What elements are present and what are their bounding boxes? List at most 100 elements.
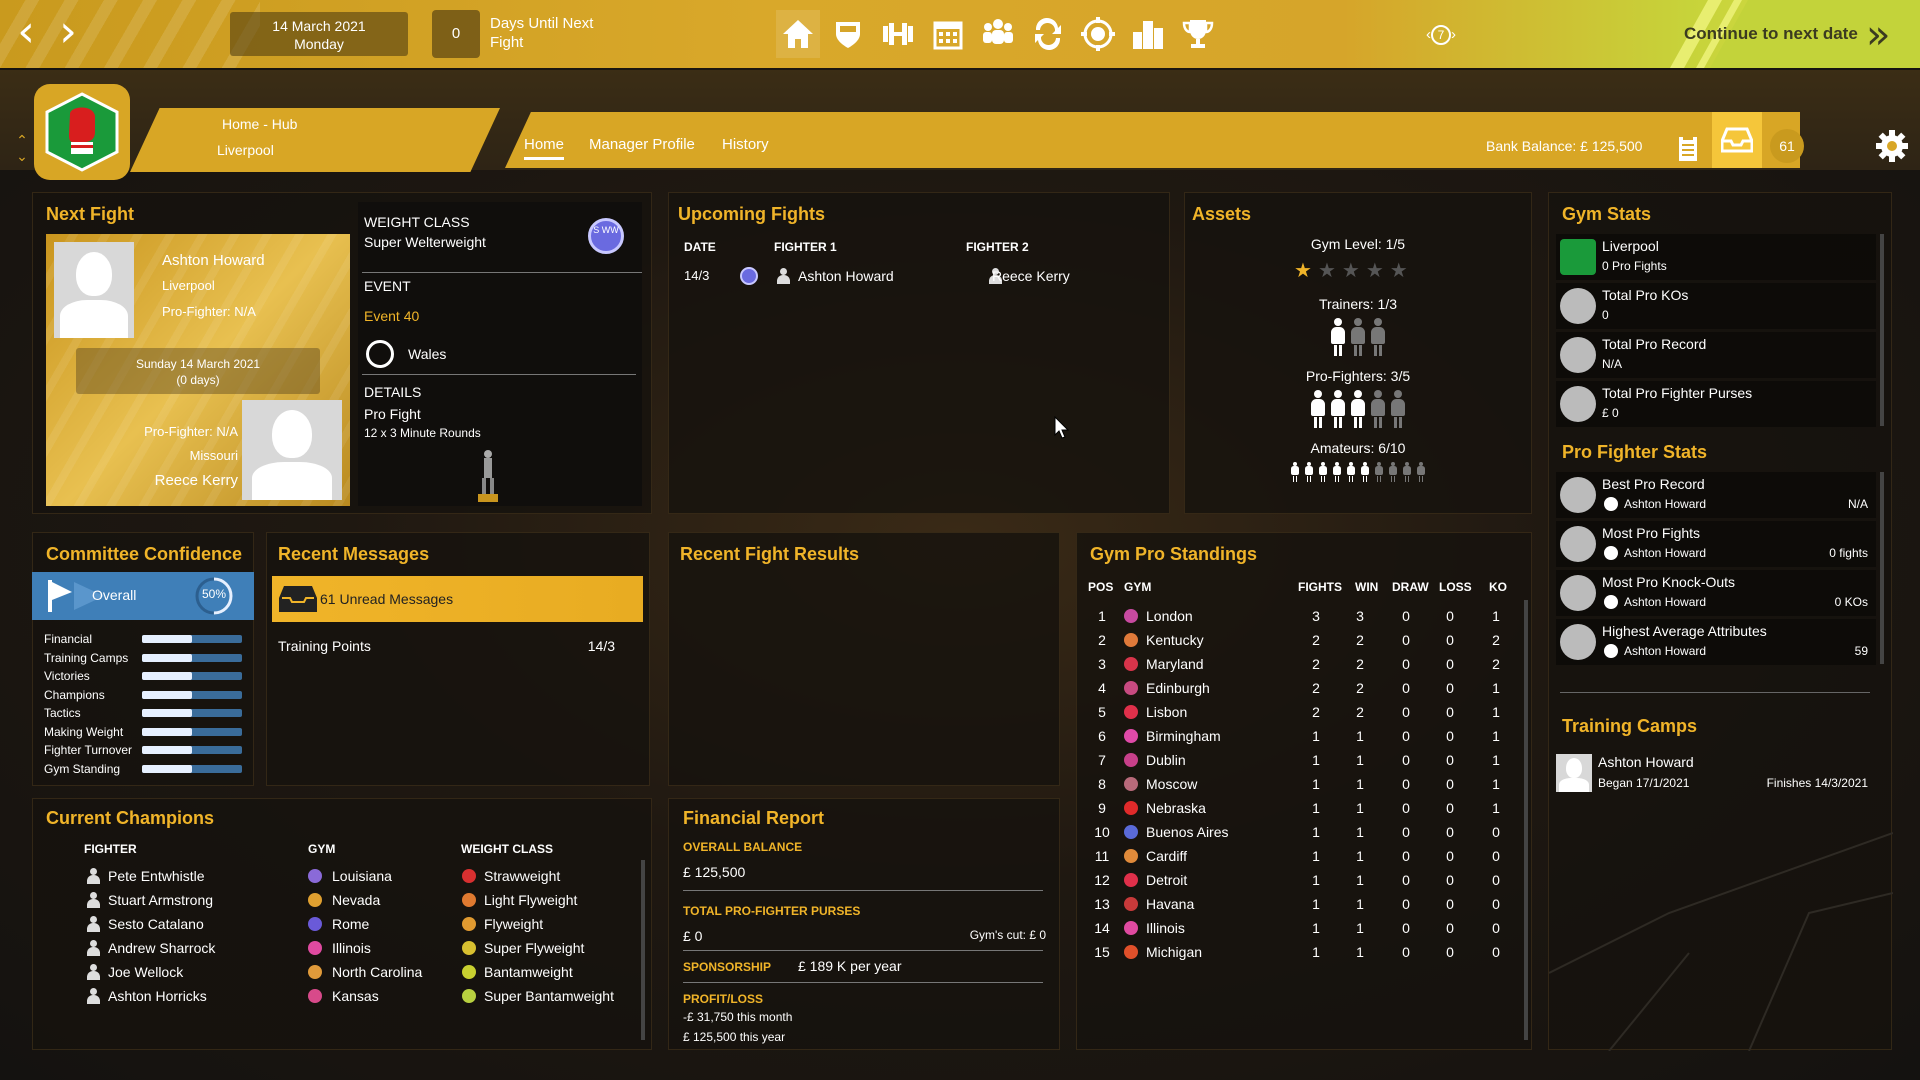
target-icon[interactable] — [1076, 10, 1120, 58]
table-row[interactable]: Stuart Armstrong Nevada Light Flyweight — [84, 888, 644, 912]
table-row[interactable]: Sesto Catalano Rome Flyweight — [84, 912, 644, 936]
standings-cell-draw: 0 — [1402, 608, 1410, 624]
table-row[interactable]: 3 2 2 0 0 2 Maryland — [1084, 652, 1524, 676]
table-row[interactable]: Pete Entwhistle Louisiana Strawweight — [84, 864, 644, 888]
table-row[interactable]: 9 1 1 0 0 1 Nebraska — [1084, 796, 1524, 820]
gym-crest-icon — [308, 989, 322, 1003]
gym-switch-icon[interactable]: ⌃ ⌄ — [12, 132, 32, 168]
gym-stat-value: 0 — [1602, 308, 1609, 322]
table-row[interactable]: Ashton Horricks Kansas Super Bantamweight — [84, 984, 644, 1008]
gym-stat-row[interactable]: Liverpool 0 Pro Fights — [1556, 234, 1876, 280]
gym-stats-scrollbar[interactable] — [1880, 234, 1884, 426]
person-filled-icon — [1333, 462, 1342, 482]
champions-title: Current Champions — [46, 808, 215, 828]
pro-fighter-stats-scrollbar[interactable] — [1880, 472, 1884, 664]
committee-row[interactable]: Financial — [42, 630, 248, 649]
table-row[interactable]: 1 3 3 0 0 1 London — [1084, 604, 1524, 628]
continue-label[interactable]: Continue to next date — [1684, 24, 1858, 44]
committee-row[interactable]: Making Weight — [42, 723, 248, 742]
standings-cell-fights: 1 — [1312, 872, 1320, 888]
divider — [683, 890, 1043, 891]
pro-stat-row[interactable]: Most Pro Fights Ashton Howard 0 fights — [1556, 521, 1876, 567]
committee-item-label: Champions — [44, 687, 105, 702]
committee-row[interactable]: Tactics — [42, 704, 248, 723]
gym-stat-row[interactable]: Total Pro Fighter Purses £ 0 — [1556, 381, 1876, 427]
standings-cell-ko: 0 — [1492, 896, 1500, 912]
unread-messages-banner[interactable]: 61 Unread Messages — [272, 576, 643, 622]
gym-crest-icon — [308, 869, 322, 883]
standings-cell-loss: 0 — [1446, 848, 1454, 864]
gym-stat-value: N/A — [1602, 357, 1623, 371]
upcoming-fight-row[interactable]: 14/3 Ashton Howard Reece Kerry — [676, 262, 1156, 290]
pro-stat-fighter: Ashton Howard — [1624, 497, 1707, 511]
standings-cell-pos: 9 — [1098, 800, 1106, 816]
committee-row[interactable]: Gym Standing — [42, 760, 248, 779]
round-counter[interactable]: ‹ 7 › — [1420, 20, 1462, 50]
table-row[interactable]: 2 2 2 0 0 2 Kentucky — [1084, 628, 1524, 652]
standings-cell-gym: Dublin — [1146, 752, 1186, 768]
committee-row[interactable]: Victories — [42, 667, 248, 686]
table-row[interactable]: 7 1 1 0 0 1 Dublin — [1084, 748, 1524, 772]
calendar-icon[interactable] — [926, 10, 970, 58]
trophy-icon[interactable] — [1176, 10, 1220, 58]
gym-crest-icon — [1124, 825, 1138, 839]
tab-home[interactable]: Home — [524, 136, 565, 160]
inbox-button[interactable] — [1712, 112, 1762, 168]
rankings-icon[interactable] — [1126, 10, 1170, 58]
table-row[interactable]: 8 1 1 0 0 1 Moscow — [1084, 772, 1524, 796]
fight-card[interactable]: Ashton Howard Liverpool Pro-Fighter: N/A… — [46, 234, 350, 506]
fighter-portrait — [1556, 754, 1592, 792]
training-camp-row[interactable]: Ashton Howard Began 17/1/2021 Finishes 1… — [1556, 752, 1876, 796]
committee-overall[interactable]: Overall 50% — [32, 572, 254, 620]
gear-icon[interactable] — [1874, 128, 1910, 164]
person-filled-icon — [1361, 462, 1370, 482]
message-row[interactable]: Training Points 14/3 — [272, 632, 643, 660]
transfer-icon[interactable] — [1026, 10, 1070, 58]
person-icon — [86, 988, 100, 1004]
tab-manager-profile[interactable]: Manager Profile — [589, 136, 695, 153]
table-row[interactable]: 11 1 1 0 0 0 Cardiff — [1084, 844, 1524, 868]
gym-crest-icon — [1124, 729, 1138, 743]
standings-cell-fights: 1 — [1312, 776, 1320, 792]
champions-scrollbar[interactable] — [641, 860, 645, 1040]
clipboard-icon[interactable] — [1672, 132, 1704, 164]
forward-arrow-icon[interactable]: › — [48, 10, 88, 56]
table-row[interactable]: 4 2 2 0 0 1 Edinburgh — [1084, 676, 1524, 700]
back-arrow-icon[interactable]: ‹ — [6, 10, 46, 56]
sponsorship-value: £ 189 K per year — [798, 958, 902, 974]
tab-history[interactable]: History — [722, 136, 769, 153]
pro-stat-row[interactable]: Best Pro Record Ashton Howard N/A — [1556, 472, 1876, 518]
standings-cell-pos: 12 — [1094, 872, 1110, 888]
pro-stat-row[interactable]: Highest Average Attributes Ashton Howard 5… — [1556, 619, 1876, 665]
table-row[interactable]: 6 1 1 0 0 1 Birmingham — [1084, 724, 1524, 748]
unread-messages-label: 61 Unread Messages — [320, 591, 454, 607]
fighter1-gym: Liverpool — [162, 278, 215, 293]
home-icon[interactable] — [776, 10, 820, 58]
table-row[interactable]: 14 1 1 0 0 0 Illinois — [1084, 916, 1524, 940]
current-date: 14 March 2021 Monday — [230, 12, 408, 56]
gym-stat-row[interactable]: Total Pro KOs 0 — [1556, 283, 1876, 329]
table-row[interactable]: 13 1 1 0 0 0 Havana — [1084, 892, 1524, 916]
table-row[interactable]: 15 1 1 0 0 0 Michigan — [1084, 940, 1524, 964]
table-row[interactable]: Andrew Sharrock Illinois Super Flyweight — [84, 936, 644, 960]
committee-row[interactable]: Champions — [42, 686, 248, 705]
standings-cell-gym: Michigan — [1146, 944, 1203, 960]
table-row[interactable]: 12 1 1 0 0 0 Detroit — [1084, 868, 1524, 892]
shield-icon[interactable] — [826, 10, 870, 58]
dumbbell-icon[interactable] — [876, 10, 920, 58]
table-row[interactable]: Joe Wellock North Carolina Bantamweight — [84, 960, 644, 984]
event-name[interactable]: Event 40 — [364, 308, 419, 324]
standings-cell-pos: 1 — [1098, 608, 1106, 624]
double-chevron-right-icon[interactable]: » — [1866, 12, 1890, 58]
table-row[interactable]: 10 1 1 0 0 0 Buenos Aires — [1084, 820, 1524, 844]
gym-stat-value: 0 Pro Fights — [1602, 259, 1667, 273]
standings-cell-win: 1 — [1356, 800, 1364, 816]
gym-crest-icon — [1124, 609, 1138, 623]
table-row[interactable]: 5 2 2 0 0 1 Lisbon — [1084, 700, 1524, 724]
committee-row[interactable]: Training Camps — [42, 649, 248, 668]
committee-row[interactable]: Fighter Turnover — [42, 741, 248, 760]
fighters-icon[interactable] — [976, 10, 1020, 58]
standings-scrollbar[interactable] — [1524, 600, 1528, 1040]
gym-stat-row[interactable]: Total Pro Record N/A — [1556, 332, 1876, 378]
pro-stat-row[interactable]: Most Pro Knock-Outs Ashton Howard 0 KOs — [1556, 570, 1876, 616]
